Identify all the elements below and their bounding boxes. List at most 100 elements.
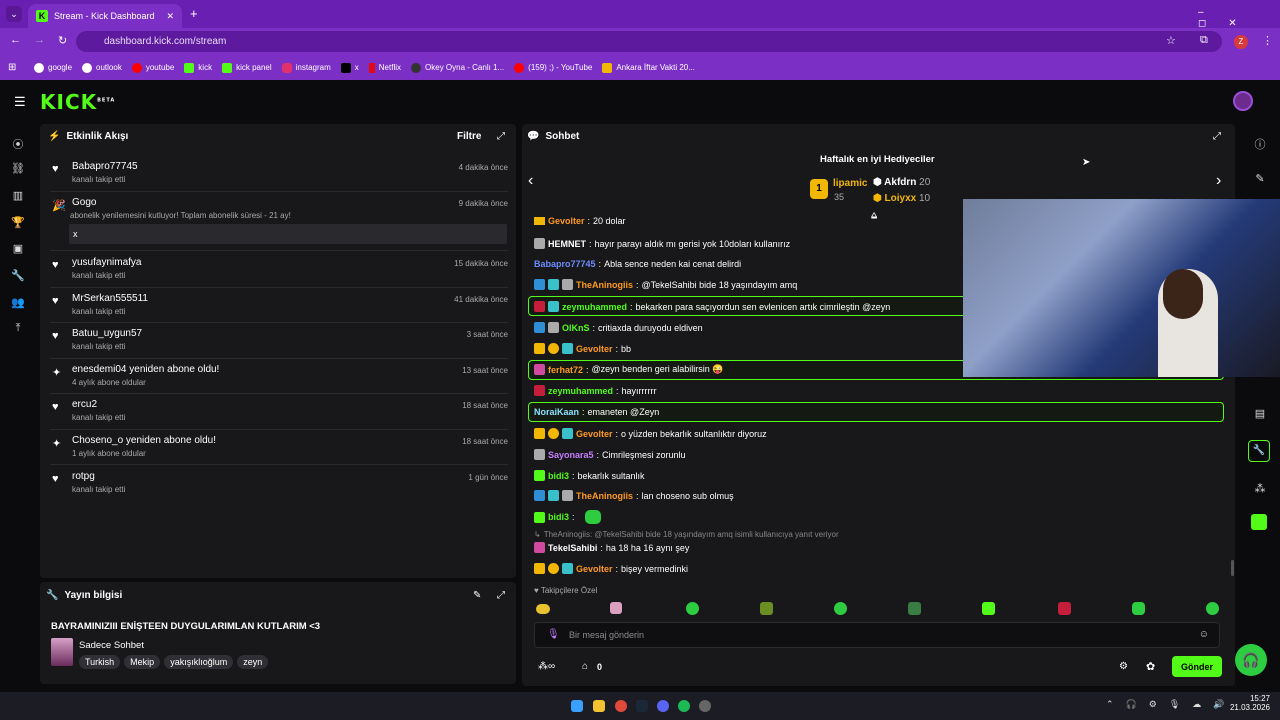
emote-icon[interactable] xyxy=(834,602,847,615)
bookmark-star-icon[interactable]: ☆ xyxy=(1166,34,1176,47)
emote-icon[interactable] xyxy=(686,602,699,615)
chat-user[interactable]: Babapro77745 xyxy=(534,259,596,269)
new-tab-icon[interactable]: + xyxy=(190,6,198,21)
stream-category[interactable]: Sadece Sohbet xyxy=(79,640,144,651)
tab-close-icon[interactable]: ✕ xyxy=(166,11,174,22)
chrome-icon[interactable] xyxy=(615,700,627,712)
connections-icon[interactable]: ⁂ xyxy=(1253,482,1267,496)
user-avatar[interactable] xyxy=(1233,91,1253,111)
clock[interactable]: 15:27 21.03.2026 xyxy=(1228,694,1270,712)
emote-icon[interactable] xyxy=(760,602,773,615)
emoji-icon[interactable]: ☺ xyxy=(1199,629,1209,640)
bookmark[interactable]: kick panel xyxy=(222,62,272,73)
chat-user[interactable]: Gevolter xyxy=(576,344,613,354)
discord-icon[interactable] xyxy=(657,700,669,712)
send-button[interactable]: Gönder xyxy=(1172,656,1222,677)
stream-broadcast-icon[interactable]: ⦿ xyxy=(11,136,25,151)
chat-user[interactable]: NoraiKaan xyxy=(534,407,579,417)
browser-tab[interactable]: K Stream - Kick Dashboard ✕ xyxy=(28,4,182,28)
emote-icon[interactable] xyxy=(982,602,995,615)
reply-text[interactable]: TheAninogiis: @TekelSahibi bide 18 yaşın… xyxy=(544,530,839,539)
gifter-name[interactable]: Loiyxx xyxy=(885,193,917,204)
bookmark[interactable]: kick xyxy=(184,62,212,73)
users-icon[interactable]: 👥 xyxy=(11,296,25,310)
store-icon[interactable]: ⌂ xyxy=(582,661,588,672)
bookmark[interactable]: instagram xyxy=(281,62,331,73)
profile-avatar[interactable]: Z xyxy=(1234,35,1248,49)
emote-icon[interactable] xyxy=(536,604,550,614)
obs-icon[interactable] xyxy=(699,700,711,712)
chat-user[interactable]: HEMNET xyxy=(548,239,586,249)
bookmark[interactable]: google xyxy=(34,62,72,73)
tag[interactable]: Mekip xyxy=(124,655,161,669)
top-gifter-name[interactable]: lipamic xyxy=(833,178,867,189)
file-explorer-icon[interactable] xyxy=(593,700,605,712)
emote-icon[interactable] xyxy=(1058,602,1071,615)
bookmark[interactable]: youtube xyxy=(131,62,174,73)
link-icon[interactable]: ⛓ xyxy=(11,162,25,176)
chat-scrollbar[interactable] xyxy=(1231,560,1234,576)
bookmark[interactable]: Ankara İftar Vakti 20... xyxy=(602,62,695,73)
windows-start-icon[interactable] xyxy=(571,700,583,712)
forward-icon[interactable]: → xyxy=(34,34,45,46)
tag[interactable]: zeyn xyxy=(237,655,269,669)
emote-icon[interactable] xyxy=(610,602,622,614)
chat-user[interactable]: bidi3 xyxy=(548,512,569,522)
tab-search-icon[interactable]: ⌄ xyxy=(6,6,22,22)
chat-user[interactable]: Sayonara5 xyxy=(548,450,594,460)
chat-user[interactable]: Gevolter xyxy=(548,217,585,225)
popout-icon[interactable]: ⤢ xyxy=(497,590,505,601)
tag[interactable]: Turkish xyxy=(79,655,121,669)
emote-icon[interactable] xyxy=(908,602,921,615)
trophy-icon[interactable]: 🏆 xyxy=(11,216,25,230)
upload-icon[interactable]: ⤒ xyxy=(11,322,25,336)
chat-user[interactable]: zeymuhammed xyxy=(548,386,613,396)
bookmark[interactable]: outlook xyxy=(82,62,122,73)
apps-icon[interactable]: ⊞ xyxy=(8,62,16,73)
help-chat-icon[interactable]: 🎧 xyxy=(1235,644,1267,676)
wrench-icon[interactable]: 🔧 xyxy=(11,269,25,283)
chat-user[interactable]: bidi3 xyxy=(548,471,569,481)
chat-user[interactable]: OlKnS xyxy=(562,323,590,333)
bookmark[interactable]: Okey Oyna - Canlı 1... xyxy=(411,62,504,73)
chat-user[interactable]: Gevolter xyxy=(576,564,613,574)
filter-button[interactable]: Filtre xyxy=(457,131,481,142)
chevron-right-icon[interactable]: › xyxy=(1216,172,1221,190)
popout-icon[interactable]: ⤢ xyxy=(497,131,505,142)
bookmark[interactable]: (159) ;) - YouTube xyxy=(514,62,592,73)
menu-icon[interactable]: ⋮ xyxy=(1262,34,1273,47)
emote-picker-icon[interactable]: ✿ xyxy=(1146,660,1155,673)
tag[interactable]: yakışıklıoğlum xyxy=(164,655,234,669)
edit-icon[interactable]: ✎ xyxy=(1253,172,1267,186)
chat-user[interactable]: TheAninogiis xyxy=(576,491,633,501)
points-icon[interactable]: ⁂∞ xyxy=(538,661,555,672)
emote-icon[interactable] xyxy=(1132,602,1145,615)
spotify-icon[interactable] xyxy=(678,700,690,712)
chevron-left-icon[interactable]: ‹ xyxy=(528,172,533,190)
kick-logo[interactable]: KICKBETA xyxy=(40,90,115,114)
analytics-icon[interactable]: ▥ xyxy=(11,189,25,203)
chat-user[interactable]: TheAninogiis xyxy=(576,280,633,290)
system-tray-icons[interactable]: ⌃🎧⚙🎙☁🔊 xyxy=(1106,699,1236,710)
info-icon[interactable]: ⓘ xyxy=(1253,136,1267,151)
gifter-name[interactable]: Akfdrn xyxy=(884,177,916,188)
mic-icon[interactable]: 🎙 xyxy=(547,629,560,640)
url-field[interactable]: dashboard.kick.com/stream xyxy=(76,31,1222,52)
bookmark[interactable]: Netflix xyxy=(368,62,401,73)
reload-icon[interactable]: ↻ xyxy=(58,34,67,47)
chat-input[interactable]: 🎙 Bir mesaj gönderin ☺ xyxy=(534,622,1220,648)
video-icon[interactable]: ▣ xyxy=(11,242,25,256)
settings-icon[interactable]: ⚙ xyxy=(1119,661,1128,672)
wrench-icon[interactable]: 🔧 xyxy=(1248,440,1270,462)
chat-user[interactable]: ferhat72 xyxy=(548,365,583,375)
hamburger-menu-icon[interactable]: ☰ xyxy=(14,94,26,110)
chat-user[interactable]: TekelSahibi xyxy=(548,543,597,553)
pin-icon[interactable]: ⩠ xyxy=(871,210,877,221)
popout-icon[interactable]: ⤢ xyxy=(1213,131,1221,142)
emote-icon[interactable] xyxy=(1206,602,1219,615)
edit-icon[interactable]: ✎ xyxy=(473,590,481,601)
app-icon[interactable] xyxy=(1251,514,1267,530)
chat-user[interactable]: Gevolter xyxy=(576,429,613,439)
extensions-icon[interactable]: ⧉ xyxy=(1200,34,1208,47)
back-icon[interactable]: ← xyxy=(10,34,21,46)
